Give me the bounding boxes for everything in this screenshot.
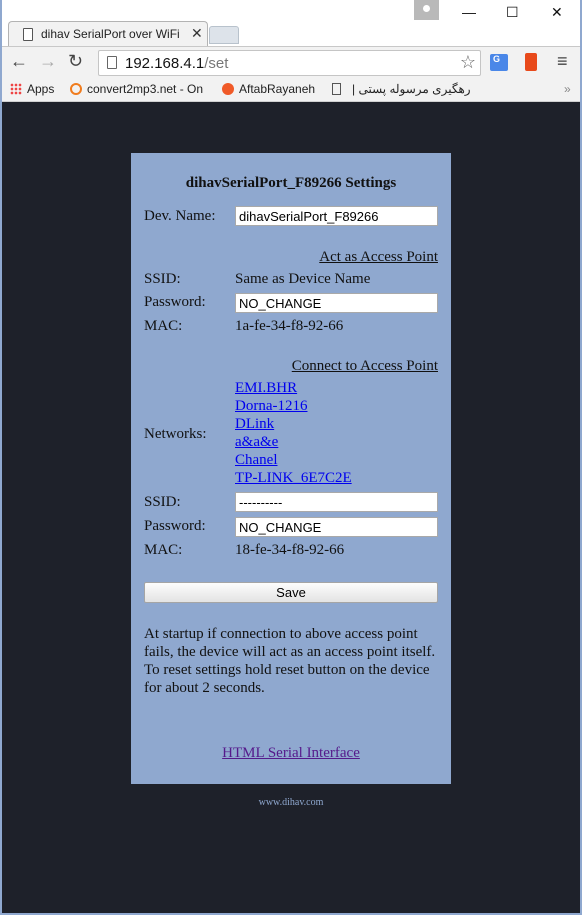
network-link[interactable]: a&a&e (235, 434, 278, 451)
html-serial-interface-link[interactable]: HTML Serial Interface (131, 745, 451, 762)
maximize-button[interactable]: ☐ (506, 4, 519, 21)
url-host: 192.168.4.1 (125, 55, 205, 72)
convert2mp3-icon (70, 83, 82, 95)
network-link[interactable]: Chanel (235, 452, 278, 469)
bookmark-persian[interactable]: | رهگیری مرسوله پستی (352, 82, 471, 96)
ap-ssid-label: SSID: (144, 271, 181, 287)
ap-password-input[interactable] (235, 293, 438, 313)
ap-mac-value: 1a-fe-34-f8-92-66 (235, 318, 344, 334)
apps-icon (10, 83, 22, 95)
page-icon (332, 83, 341, 95)
page-icon (107, 56, 117, 69)
sta-ssid-input[interactable] (235, 492, 438, 512)
new-tab-button[interactable] (209, 26, 239, 44)
menu-icon[interactable]: ≡ (557, 51, 568, 72)
networks-label: Networks: (144, 426, 207, 442)
page-content: dihavSerialPort_F89266 Settings Dev. Nam… (2, 103, 580, 913)
tab-title: dihav SerialPort over WiFi (41, 27, 180, 41)
bookmark-aftabrayaneh[interactable]: AftabRayaneh (222, 82, 315, 96)
info-text: At startup if connection to above access… (144, 625, 444, 697)
ap-section-title: Act as Access Point (319, 249, 438, 265)
settings-panel: dihavSerialPort_F89266 Settings Dev. Nam… (131, 153, 451, 784)
ap-password-label: Password: (144, 294, 206, 310)
sta-mac-label: MAC: (144, 542, 183, 558)
bookmark-star-icon[interactable]: ☆ (460, 52, 476, 73)
save-button[interactable]: Save (144, 582, 438, 603)
page-title: dihavSerialPort_F89266 Settings (185, 175, 397, 191)
bookmark-convert2mp3[interactable]: convert2mp3.net - On (70, 82, 207, 96)
bookmark-apps[interactable]: Apps (10, 82, 54, 96)
browser-window: dihav SerialPort over WiFi ✕ — ☐ ✕ ← → ↻… (2, 0, 580, 913)
bookmark-page[interactable] (332, 82, 341, 96)
bookmarks-overflow-icon[interactable]: » (564, 82, 571, 96)
google-translate-icon[interactable]: G (490, 54, 508, 71)
address-bar[interactable]: 192.168.4.1/set ☆ (98, 50, 481, 76)
dev-name-label: Dev. Name: (144, 208, 216, 224)
network-link[interactable]: TP-LINK_6E7C2E (235, 470, 352, 487)
footer-link[interactable]: www.dihav.com (2, 797, 580, 808)
title-bar: dihav SerialPort over WiFi ✕ — ☐ ✕ (2, 0, 580, 47)
sta-password-label: Password: (144, 518, 206, 534)
office-icon[interactable] (525, 53, 537, 71)
sta-password-input[interactable] (235, 517, 438, 537)
reload-button[interactable]: ↻ (68, 51, 83, 72)
ap-ssid-value: Same as Device Name (235, 271, 371, 287)
browser-tab[interactable]: dihav SerialPort over WiFi ✕ (8, 21, 208, 47)
browser-toolbar: ← → ↻ 192.168.4.1/set ☆ G ≡ (2, 46, 580, 78)
page-icon (23, 28, 33, 41)
sta-section-title: Connect to Access Point (291, 358, 438, 374)
network-link[interactable]: EMI.BHR (235, 380, 297, 397)
info-startup: At startup if connection to above access… (144, 626, 436, 660)
sta-mac-value: 18-fe-34-f8-92-66 (235, 542, 345, 558)
profile-icon[interactable] (414, 0, 439, 20)
back-button[interactable]: ← (10, 51, 28, 72)
url-text[interactable]: 192.168.4.1/set (125, 55, 228, 72)
network-link[interactable]: Dorna-1216 (235, 398, 307, 415)
close-window-button[interactable]: ✕ (551, 4, 563, 21)
bookmarks-bar: Apps convert2mp3.net - On AftabRayaneh |… (2, 78, 580, 102)
forward-button[interactable]: → (39, 51, 57, 72)
ap-mac-label: MAC: (144, 318, 183, 334)
sta-ssid-label: SSID: (144, 494, 181, 510)
tab-close-icon[interactable]: ✕ (191, 25, 203, 42)
info-reset: To reset settings hold reset button on t… (144, 662, 430, 696)
network-link[interactable]: DLink (235, 416, 274, 433)
dev-name-input[interactable] (235, 206, 438, 226)
minimize-button[interactable]: — (462, 4, 476, 20)
url-path: /set (204, 55, 229, 72)
aftabrayaneh-icon (222, 83, 234, 95)
